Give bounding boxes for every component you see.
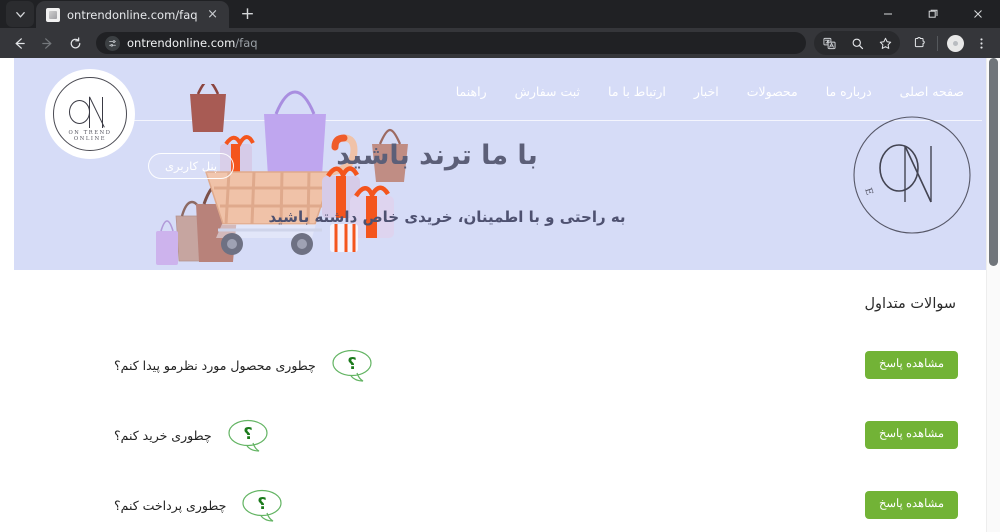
close-tab-button[interactable]: × <box>205 7 221 23</box>
puzzle-icon <box>914 36 925 47</box>
search-icon <box>852 38 863 49</box>
window-controls <box>865 0 1000 28</box>
web-page: صفحه اصلی درباره ما محصولات اخبار ارتباط… <box>14 58 1000 532</box>
faq-question-group: ؟ چطوری محصول مورد نظرمو پیدا کنم؟ <box>114 347 374 383</box>
nav-list: صفحه اصلی درباره ما محصولات اخبار ارتباط… <box>442 84 978 99</box>
tab-title: ontrendonline.com/faq <box>67 7 198 22</box>
faq-question-text: چطوری محصول مورد نظرمو پیدا کنم؟ <box>114 357 316 373</box>
address-bar-text: ontrendonline.com/faq <box>127 36 258 50</box>
faq-section: سوالات متداول ؟ چطوری محصول مورد نظرمو پ… <box>14 270 1000 532</box>
tab-favicon-icon <box>46 7 60 22</box>
question-bubble-icon: ؟ <box>227 419 268 452</box>
new-tab-button[interactable]: + <box>235 1 261 27</box>
view-answer-button[interactable]: مشاهده پاسخ <box>864 421 958 449</box>
faq-list: ؟ چطوری محصول مورد نظرمو پیدا کنم؟ مشاهد… <box>14 330 966 532</box>
hero-subtitle: به راحتی و با اطمینان، خریدی خاص داشته ب… <box>268 208 626 226</box>
toolbar-separator <box>937 35 938 51</box>
svg-text:؟: ؟ <box>258 494 267 513</box>
tab-search-button[interactable] <box>6 1 34 27</box>
maximize-button[interactable] <box>910 0 955 28</box>
view-answer-button[interactable]: مشاهده پاسخ <box>864 491 958 519</box>
faq-question-text: چطوری پرداخت کنم؟ <box>114 497 227 513</box>
page-viewport: صفحه اصلی درباره ما محصولات اخبار ارتباط… <box>0 58 1000 532</box>
forward-button[interactable] <box>34 30 60 56</box>
extensions-button[interactable] <box>906 30 932 56</box>
question-bubble-icon: ؟ <box>332 349 372 382</box>
faq-question-group: ؟ چطوری خرید کنم؟ <box>114 417 270 453</box>
reload-button[interactable] <box>62 30 88 56</box>
tab-strip: ontrendonline.com/faq × + <box>0 0 1000 28</box>
back-arrow-icon <box>15 37 25 49</box>
toolbar-right-actions <box>814 30 994 56</box>
browser-toolbar: ontrendonline.com/faq <box>0 28 1000 58</box>
nav-item-news[interactable]: اخبار <box>680 84 733 99</box>
faq-item: ؟ چطوری خرید کنم؟ مشاهده پاسخ <box>14 400 966 470</box>
page-title: سوالات متداول <box>864 296 956 312</box>
faq-question-text: چطوری خرید کنم؟ <box>114 427 212 443</box>
nav-item-contact[interactable]: ارتباط با ما <box>594 84 680 99</box>
scrollbar-thumb[interactable] <box>989 58 998 266</box>
address-bar[interactable]: ontrendonline.com/faq <box>96 32 806 54</box>
chrome-menu-button[interactable] <box>968 30 994 56</box>
translate-icon <box>822 37 836 49</box>
profile-avatar[interactable] <box>947 34 964 52</box>
zoom-search-button[interactable] <box>844 30 870 56</box>
url-host: ontrendonline.com <box>127 36 236 50</box>
nav-item-about[interactable]: درباره ما <box>812 84 886 99</box>
browser-tab[interactable]: ontrendonline.com/faq × <box>36 1 229 28</box>
star-icon <box>879 37 891 49</box>
faq-question-group: ؟ چطوری پرداخت کنم؟ <box>114 487 284 523</box>
faq-item: ؟ چطوری پرداخت کنم؟ مشاهده پاسخ <box>14 470 966 532</box>
bookmark-button[interactable] <box>872 30 898 56</box>
nav-item-order[interactable]: ثبت سفارش <box>501 84 594 99</box>
logo-monogram-icon <box>67 95 113 133</box>
forward-arrow-icon <box>41 37 51 49</box>
nav-item-home[interactable]: صفحه اصلی <box>886 84 978 99</box>
close-window-button[interactable] <box>955 0 1000 28</box>
browser-window: ontrendonline.com/faq × + ontrendonline.… <box>0 0 1000 532</box>
url-path: /faq <box>235 36 258 50</box>
translate-button[interactable] <box>816 30 842 56</box>
question-bubble-icon: ؟ <box>242 489 282 522</box>
view-answer-button[interactable]: مشاهده پاسخ <box>864 351 958 379</box>
three-dots-icon <box>979 37 983 49</box>
nav-item-products[interactable]: محصولات <box>733 84 812 99</box>
reload-icon <box>70 36 80 48</box>
faq-item: ؟ چطوری محصول مورد نظرمو پیدا کنم؟ مشاهد… <box>14 330 966 400</box>
nav-item-guide[interactable]: راهنما <box>442 84 501 99</box>
svg-text:؟: ؟ <box>243 424 252 443</box>
user-panel-button[interactable]: پنل کاربری <box>148 153 235 179</box>
minimize-button[interactable] <box>865 0 910 28</box>
site-settings-icon[interactable] <box>105 35 120 51</box>
svg-text:؟: ؟ <box>347 354 356 373</box>
hero-banner: صفحه اصلی درباره ما محصولات اخبار ارتباط… <box>14 58 1000 270</box>
omnibox-actions-group <box>814 31 900 55</box>
page-scrollbar[interactable] <box>986 58 1000 532</box>
back-button[interactable] <box>6 30 32 56</box>
chevron-down-icon <box>15 11 25 18</box>
